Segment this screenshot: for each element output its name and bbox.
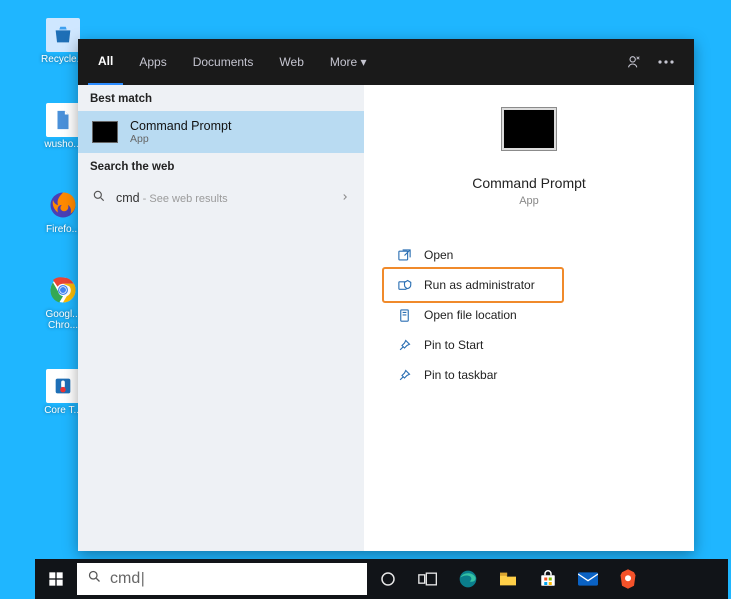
preview-subtitle: App: [519, 195, 539, 207]
desktop-icon-label: Googl... Chro...: [45, 309, 80, 331]
edge-icon[interactable]: [453, 564, 483, 594]
best-match-subtitle: App: [130, 133, 231, 145]
search-input-text[interactable]: cmd: [110, 570, 144, 588]
action-label: Pin to taskbar: [424, 368, 497, 382]
desktop-icon-label: Firefo...: [46, 224, 80, 235]
best-match-title: Command Prompt: [130, 119, 231, 133]
search-results-body: Best match Command Prompt App Search the…: [78, 85, 694, 551]
search-results-left: Best match Command Prompt App Search the…: [78, 85, 364, 551]
explorer-icon[interactable]: [493, 564, 523, 594]
action-open-location[interactable]: Open file location: [388, 301, 694, 329]
open-icon: [396, 247, 412, 263]
desktop-icon-label: wusho...: [44, 139, 81, 150]
best-match-header: Best match: [78, 85, 364, 111]
shield-run-icon: [396, 277, 412, 293]
tab-documents[interactable]: Documents: [183, 39, 264, 85]
action-label: Open: [424, 248, 453, 262]
chrome-icon: [46, 273, 80, 307]
pin-icon: [396, 367, 412, 383]
web-query: cmd: [116, 191, 140, 205]
preview-app-icon: [501, 107, 557, 151]
action-open[interactable]: Open: [388, 241, 694, 269]
chevron-right-icon: [340, 191, 350, 205]
tab-apps[interactable]: Apps: [129, 39, 176, 85]
file-icon: [46, 103, 80, 137]
recycle-bin-icon: [46, 18, 80, 52]
action-pin-start[interactable]: Pin to Start: [388, 331, 694, 359]
taskbar-search-box[interactable]: cmd: [77, 563, 367, 595]
pin-icon: [396, 337, 412, 353]
search-web-header: Search the web: [78, 153, 364, 179]
brave-icon[interactable]: [613, 564, 643, 594]
tab-more[interactable]: More ▾: [320, 39, 377, 85]
best-match-result[interactable]: Command Prompt App: [78, 111, 364, 153]
taskbar: cmd: [35, 559, 728, 599]
web-result-row[interactable]: cmd - See web results: [78, 179, 364, 216]
web-hint: - See web results: [140, 193, 228, 205]
preview-title: Command Prompt: [472, 175, 586, 191]
firefox-icon: [46, 188, 80, 222]
action-label: Pin to Start: [424, 338, 483, 352]
action-pin-taskbar[interactable]: Pin to taskbar: [388, 361, 694, 389]
action-run-as-admin[interactable]: Run as administrator: [388, 271, 558, 299]
tab-all[interactable]: All: [88, 39, 123, 85]
action-label: Run as administrator: [424, 278, 535, 292]
command-prompt-icon: [92, 121, 118, 143]
task-view-icon[interactable]: [413, 564, 443, 594]
preview-actions: Open Run as administrator Open fi: [388, 241, 694, 389]
options-icon[interactable]: [658, 60, 684, 64]
action-label: Open file location: [424, 308, 517, 322]
search-result-preview: Command Prompt App Open Run as administ: [364, 85, 694, 551]
taskbar-pinned: [373, 564, 643, 594]
cortana-icon[interactable]: [373, 564, 403, 594]
start-search-panel: All Apps Documents Web More ▾ Best match…: [78, 39, 694, 551]
search-filter-tabs: All Apps Documents Web More ▾: [78, 39, 694, 85]
thermometer-icon: [46, 369, 80, 403]
search-icon: [92, 189, 106, 206]
store-icon[interactable]: [533, 564, 563, 594]
search-icon: [87, 569, 102, 589]
folder-location-icon: [396, 307, 412, 323]
mail-icon[interactable]: [573, 564, 603, 594]
feedback-icon[interactable]: [626, 54, 652, 70]
desktop-icon-label: Core T...: [44, 405, 82, 416]
tab-web[interactable]: Web: [269, 39, 313, 85]
start-button[interactable]: [35, 559, 77, 599]
